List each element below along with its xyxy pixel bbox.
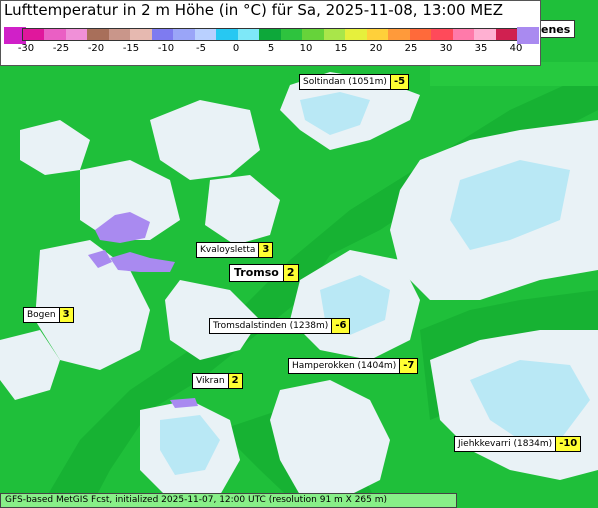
legend-tick-label: 0 — [232, 43, 240, 54]
legend-color-step — [452, 29, 475, 40]
place-temperature: -7 — [400, 358, 419, 374]
legend-tick-label: 40 — [509, 43, 523, 54]
forecast-footer: GFS-based MetGIS Fcst, initialized 2025-… — [0, 493, 457, 508]
place-temperature: 3 — [259, 242, 274, 258]
place-label[interactable]: Bogen 3 — [23, 307, 74, 323]
legend-color-step — [495, 29, 518, 40]
place-label[interactable]: Soltindan (1051m) -5 — [299, 74, 410, 90]
place-temperature: 2 — [283, 264, 299, 282]
place-label[interactable]: Tromso 2 — [229, 264, 299, 282]
legend-color-step — [237, 29, 260, 40]
legend-color-step — [474, 29, 496, 40]
place-name: Tromsdalstinden (1238m) — [209, 318, 333, 334]
legend-color-step — [388, 29, 410, 40]
legend-color-step — [366, 29, 389, 40]
legend-color-step — [151, 29, 174, 40]
legend-tick-label: -15 — [122, 43, 140, 54]
place-name: Hamperokken (1404m) — [288, 358, 401, 374]
legend-tick-label: -5 — [196, 43, 206, 54]
legend-tick-label: 20 — [369, 43, 383, 54]
legend-tick-label: -20 — [87, 43, 105, 54]
legend-color-step — [173, 29, 195, 40]
legend-high-cap — [517, 27, 539, 44]
map-title: Lufttemperatur in 2 m Höhe (in °C) für S… — [4, 1, 504, 19]
legend-color-step — [108, 29, 131, 40]
legend-tick-label: 35 — [474, 43, 488, 54]
legend-tick-label: 15 — [334, 43, 348, 54]
legend-color-step — [23, 29, 45, 40]
place-temperature: -5 — [390, 74, 410, 90]
place-name: Soltindan (1051m) — [299, 74, 391, 90]
legend-color-step — [194, 29, 217, 40]
place-label[interactable]: Jiehkkevarri (1834m) -10 — [454, 436, 582, 452]
legend-tick-label: 5 — [267, 43, 275, 54]
legend-tick-label: 25 — [404, 43, 418, 54]
legend-color-step — [44, 29, 66, 40]
place-label[interactable]: Hamperokken (1404m) -7 — [288, 358, 419, 374]
right-tab[interactable]: enes — [541, 20, 575, 38]
legend-tick-label: -30 — [17, 43, 35, 54]
legend-tick-label: -25 — [52, 43, 70, 54]
place-name: Tromso — [229, 264, 284, 282]
temperature-legend: -30 -25 -20 -15 -10 -5 0 5 10 15 20 25 30 35 40 — [4, 27, 541, 65]
legend-color-step — [280, 29, 303, 40]
place-label[interactable]: Tromsdalstinden (1238m) -6 — [209, 318, 351, 334]
place-temperature: -6 — [332, 318, 351, 334]
legend-color-step — [65, 29, 88, 40]
legend-tick-label: 10 — [299, 43, 313, 54]
legend-color-step — [345, 29, 367, 40]
place-label[interactable]: Vikran 2 — [192, 373, 243, 389]
place-temperature: 3 — [59, 307, 74, 323]
place-temperature: -10 — [556, 436, 582, 452]
legend-tick-label: -10 — [157, 43, 175, 54]
place-temperature: 2 — [228, 373, 243, 389]
legend-tick-label: 30 — [439, 43, 453, 54]
legend-color-bar — [22, 28, 518, 41]
legend-header: Lufttemperatur in 2 m Höhe (in °C) für S… — [0, 0, 541, 66]
legend-color-step — [409, 29, 432, 40]
legend-color-step — [323, 29, 346, 40]
place-name: Bogen — [23, 307, 60, 323]
place-name: Kvaloysletta — [196, 242, 260, 258]
place-name: Jiehkkevarri (1834m) — [454, 436, 557, 452]
place-name: Vikran — [192, 373, 229, 389]
legend-color-step — [216, 29, 238, 40]
legend-color-step — [431, 29, 453, 40]
legend-color-step — [302, 29, 324, 40]
legend-color-step — [130, 29, 152, 40]
legend-color-step — [259, 29, 281, 40]
legend-color-step — [87, 29, 109, 40]
place-label[interactable]: Kvaloysletta 3 — [196, 242, 274, 258]
